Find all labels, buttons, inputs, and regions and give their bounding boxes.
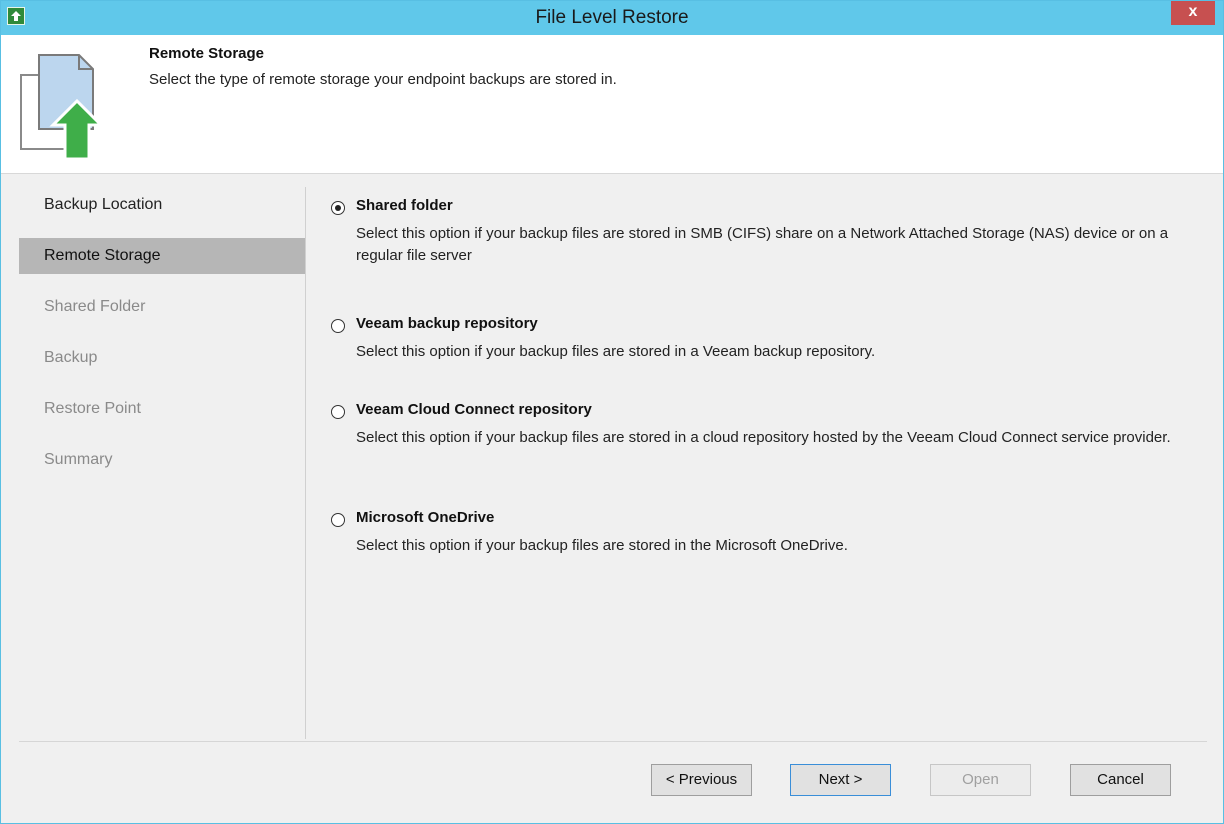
open-button: Open (930, 764, 1031, 796)
close-button[interactable]: x (1171, 1, 1215, 25)
step-shared-folder: Shared Folder (44, 298, 146, 315)
microsoft-onedrive-label[interactable]: Microsoft OneDrive (356, 509, 494, 526)
page-description: Select the type of remote storage your e… (149, 71, 617, 88)
file-level-restore-window: File Level Restore x Remote Storage Sele… (0, 0, 1224, 824)
option-veeam-cloud-connect[interactable]: Veeam Cloud Connect repository Select th… (327, 391, 1207, 499)
window-title: File Level Restore (535, 7, 689, 28)
storage-type-options: Shared folder Select this option if your… (327, 187, 1207, 579)
shared-folder-label[interactable]: Shared folder (356, 197, 453, 214)
restore-document-icon (17, 45, 127, 163)
veeam-backup-repository-label[interactable]: Veeam backup repository (356, 315, 538, 332)
option-shared-folder[interactable]: Shared folder Select this option if your… (327, 187, 1207, 305)
step-restore-point: Restore Point (44, 400, 141, 417)
footer-divider (19, 741, 1207, 742)
next-button[interactable]: Next > (790, 764, 891, 796)
title-bar[interactable]: File Level Restore x (1, 1, 1223, 35)
page-title: Remote Storage (149, 45, 265, 62)
microsoft-onedrive-radio[interactable] (331, 513, 345, 527)
step-summary: Summary (44, 451, 113, 468)
wizard-header: Remote Storage Select the type of remote… (1, 35, 1223, 174)
veeam-cloud-connect-label[interactable]: Veeam Cloud Connect repository (356, 401, 592, 418)
veeam-cloud-connect-radio[interactable] (331, 405, 345, 419)
option-veeam-backup-repository[interactable]: Veeam backup repository Select this opti… (327, 305, 1207, 391)
veeam-backup-repository-radio[interactable] (331, 319, 345, 333)
veeam-backup-repository-description: Select this option if your backup files … (356, 343, 876, 360)
previous-button[interactable]: < Previous (651, 764, 752, 796)
shared-folder-radio[interactable] (331, 201, 345, 215)
step-remote-storage[interactable]: Remote Storage (19, 238, 305, 274)
wizard-steps: Backup Location Remote Storage Shared Fo… (19, 187, 306, 739)
shared-folder-description: Select this option if your backup files … (356, 225, 1169, 264)
cancel-button[interactable]: Cancel (1070, 764, 1171, 796)
step-backup: Backup (44, 349, 98, 366)
microsoft-onedrive-description: Select this option if your backup files … (356, 537, 848, 554)
veeam-cloud-connect-description: Select this option if your backup files … (356, 429, 1171, 446)
step-backup-location[interactable]: Backup Location (19, 187, 305, 223)
option-microsoft-onedrive[interactable]: Microsoft OneDrive Select this option if… (327, 499, 1207, 579)
